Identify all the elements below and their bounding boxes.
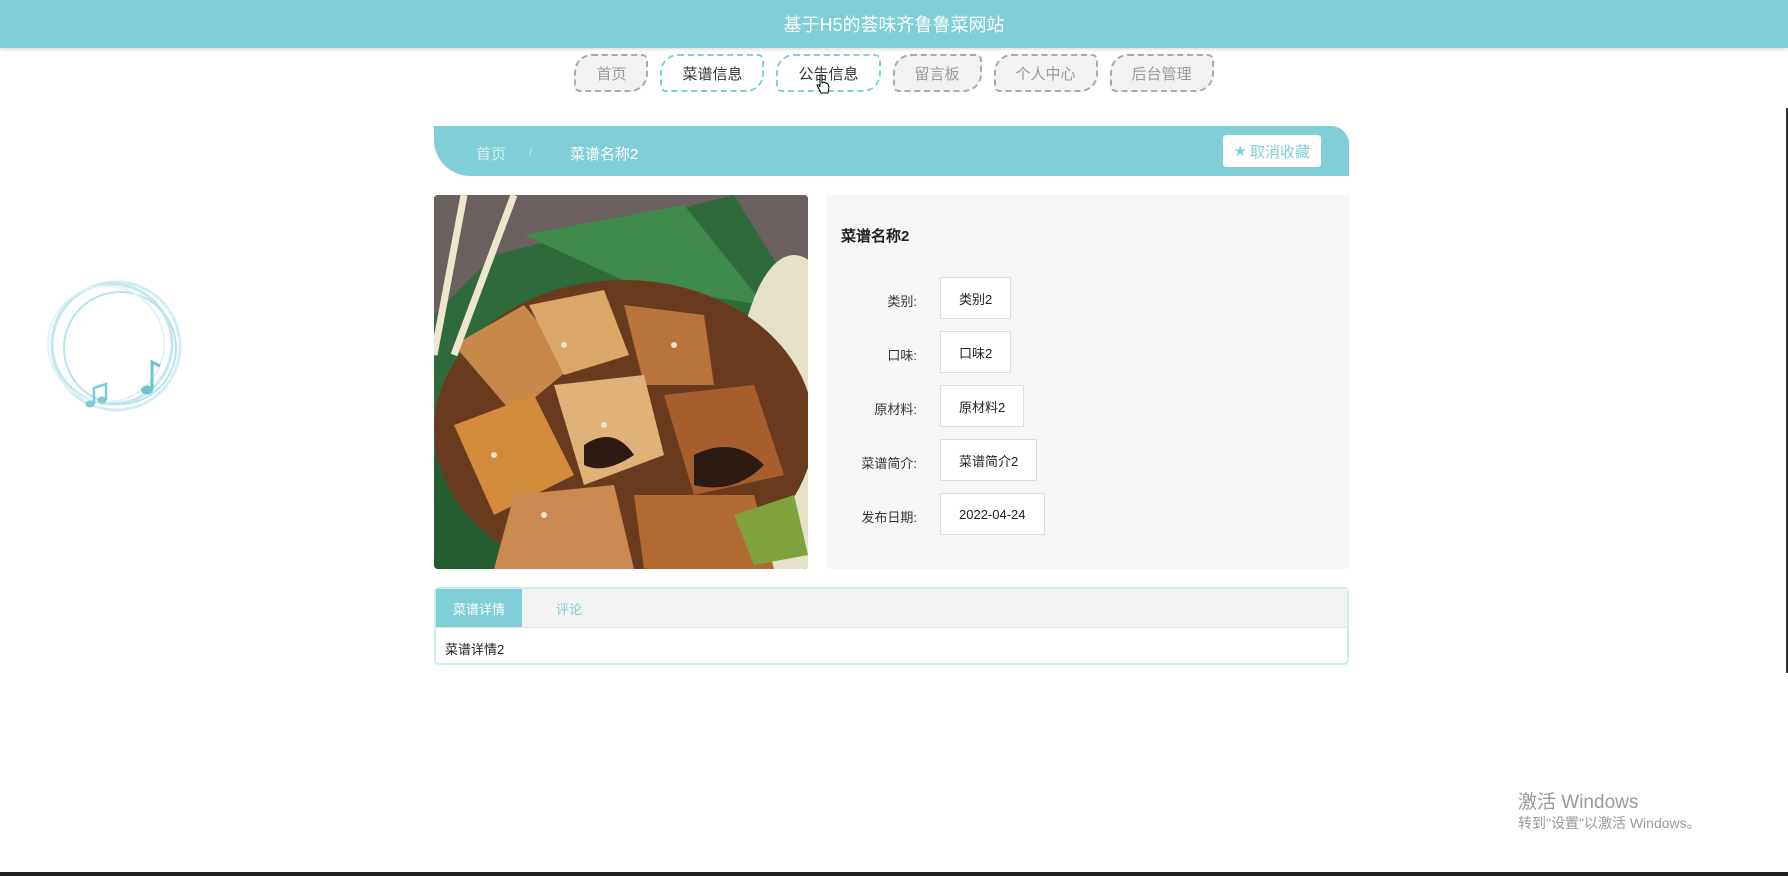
nav-personal-center[interactable]: 个人中心 bbox=[993, 54, 1098, 92]
nav-message-board[interactable]: 留言板 bbox=[892, 54, 982, 92]
recipe-tabs: 菜谱详情 评论 菜谱详情2 bbox=[434, 587, 1349, 665]
music-note-icon[interactable] bbox=[44, 278, 194, 418]
flavor-value: 口味2 bbox=[940, 331, 1012, 373]
hand-cursor-icon bbox=[816, 74, 830, 94]
recipe-detail-panel: 菜谱名称2 类别: 类别2 口味: 口味2 原材料: 原材料2 菜谱简介: 菜谱… bbox=[827, 195, 1349, 569]
tab-comments[interactable]: 评论 bbox=[556, 589, 582, 627]
summary-value: 菜谱简介2 bbox=[940, 439, 1038, 481]
breadcrumb-separator: / bbox=[529, 145, 533, 159]
windows-activation-title: 激活 Windows bbox=[1518, 792, 1639, 813]
flavor-label: 口味: bbox=[887, 348, 917, 363]
main-nav: 首页 菜谱信息 公告信息 留言板 个人中心 后台管理 bbox=[0, 54, 1788, 98]
publish-date-label: 发布日期: bbox=[861, 510, 917, 525]
recipe-name: 菜谱名称2 bbox=[841, 228, 910, 245]
breadcrumb: 首页 / 菜谱名称2 ★ 取消收藏 bbox=[434, 126, 1349, 176]
nav-home[interactable]: 首页 bbox=[574, 54, 649, 92]
windows-activation-subtitle: 转到"设置"以激活 Windows。 bbox=[1518, 815, 1701, 831]
tab-recipe-details[interactable]: 菜谱详情 bbox=[436, 589, 522, 627]
taskbar-edge bbox=[0, 872, 1788, 876]
site-title: 基于H5的荟味齐鲁鲁菜网站 bbox=[783, 15, 1005, 35]
nav-admin[interactable]: 后台管理 bbox=[1109, 54, 1214, 92]
summary-label: 菜谱简介: bbox=[861, 456, 917, 471]
breadcrumb-home-link[interactable]: 首页 bbox=[476, 143, 506, 164]
publish-date-value: 2022-04-24 bbox=[940, 493, 1045, 535]
category-label: 类别: bbox=[887, 294, 917, 309]
ingredients-value: 原材料2 bbox=[940, 385, 1025, 427]
recipe-image bbox=[434, 195, 808, 569]
breadcrumb-current: 菜谱名称2 bbox=[570, 146, 639, 163]
tab-bar: 菜谱详情 评论 bbox=[436, 589, 1347, 628]
site-header: 基于H5的荟味齐鲁鲁菜网站 bbox=[0, 0, 1788, 48]
cancel-favorite-button[interactable]: ★ 取消收藏 bbox=[1222, 135, 1321, 167]
nav-recipes[interactable]: 菜谱信息 bbox=[660, 54, 765, 92]
cancel-favorite-label: 取消收藏 bbox=[1249, 143, 1310, 161]
ingredients-label: 原材料: bbox=[874, 402, 917, 417]
category-value: 类别2 bbox=[940, 277, 1012, 319]
tab-content: 菜谱详情2 bbox=[445, 642, 505, 657]
star-icon: ★ bbox=[1233, 143, 1247, 160]
